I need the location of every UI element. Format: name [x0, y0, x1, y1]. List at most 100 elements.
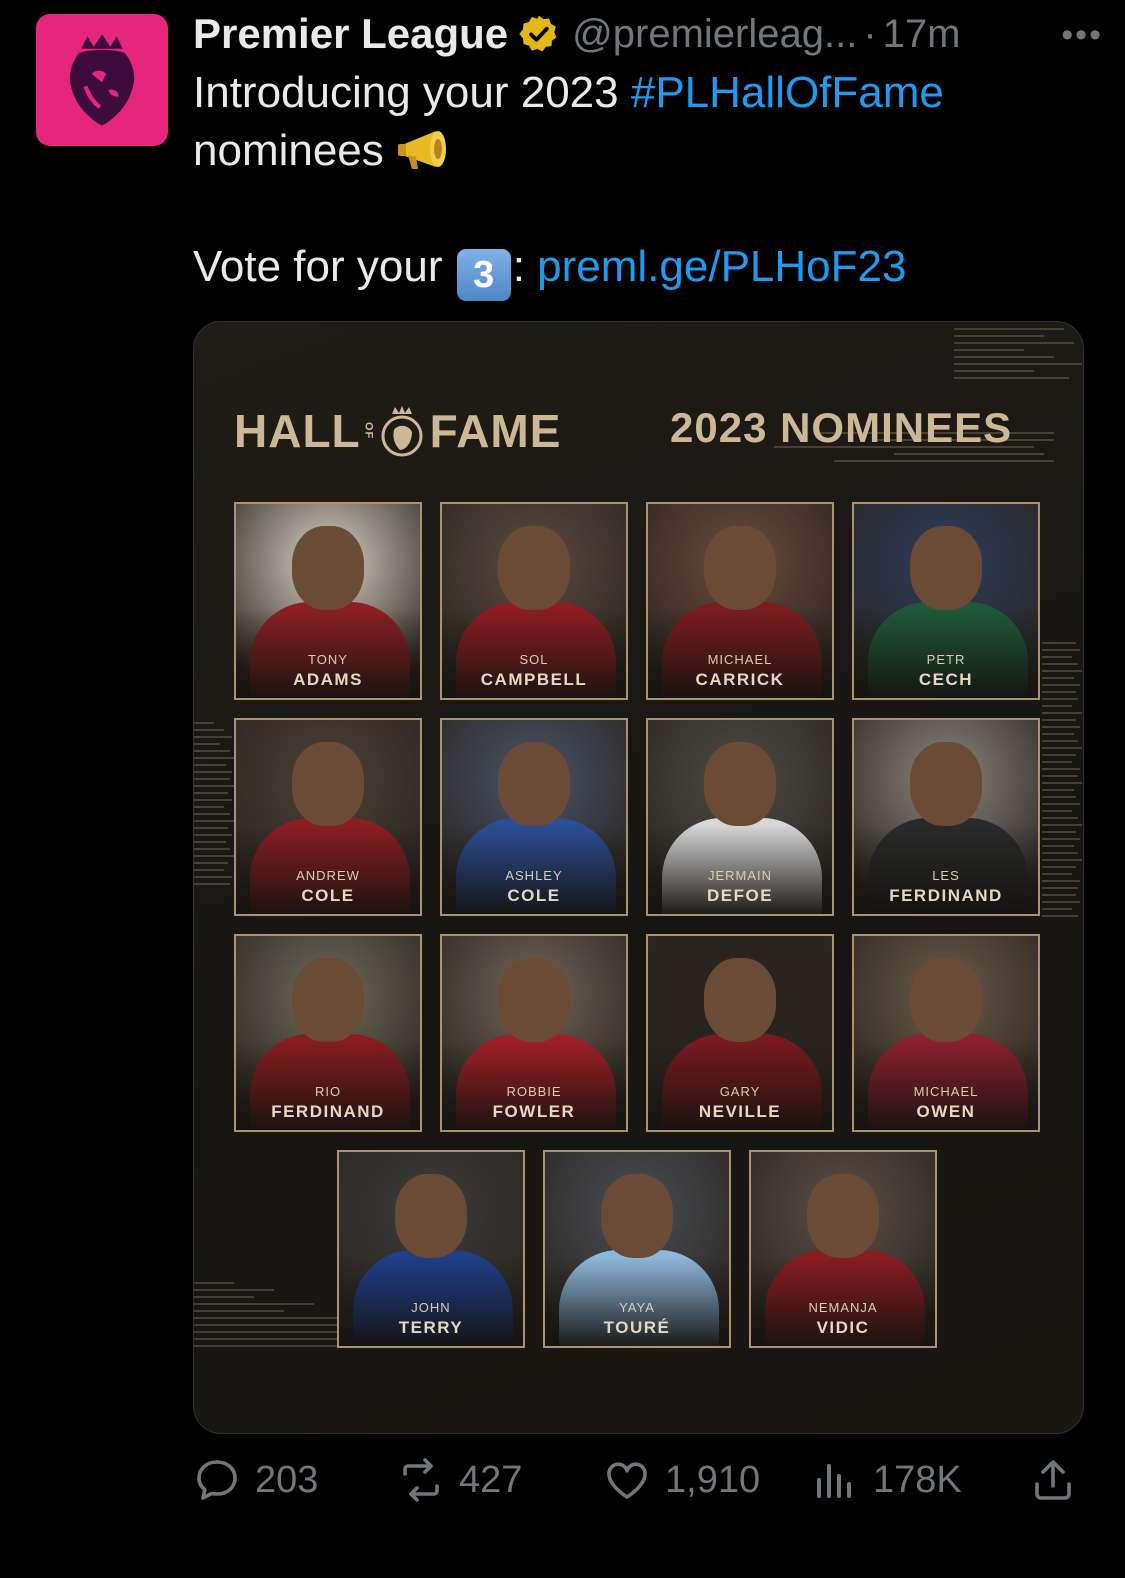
reply-icon: [197, 1460, 237, 1500]
vote-link[interactable]: preml.ge/PLHoF23: [537, 242, 906, 291]
reply-count: 203: [255, 1458, 319, 1501]
nominee-tile: JERMAIN DEFOE: [646, 718, 834, 916]
player-first-name: PETR: [926, 652, 966, 667]
lion-crest-icon: [381, 406, 423, 457]
player-first-name: LES: [932, 868, 960, 883]
tweet-line-vote: Vote for your 3: preml.ge/PLHoF23: [193, 238, 1093, 301]
nominee-tile: ROBBIE FOWLER: [440, 934, 628, 1132]
nominee-tile: PETR CECH: [852, 502, 1040, 700]
nominees-text: nominees: [193, 126, 384, 175]
player-last-name: ADAMS: [293, 670, 363, 689]
share-icon: [1035, 1460, 1071, 1500]
player-first-name: NEMANJA: [808, 1300, 878, 1315]
player-head: [910, 742, 982, 826]
player-first-name: ROBBIE: [506, 1084, 562, 1099]
decor-stripes-left: [194, 722, 234, 890]
player-first-name: JOHN: [411, 1300, 451, 1315]
player-head: [292, 742, 364, 826]
hall-of-fame-title: HALL OF FAME: [234, 404, 561, 458]
intro-text: Introducing your 2023: [193, 68, 631, 117]
player-first-name: YAYA: [619, 1300, 655, 1315]
player-last-name: VIDIC: [816, 1318, 870, 1337]
views-icon: [817, 1464, 851, 1498]
tweet-header: Premier League @premierleag... · 17m •••: [193, 8, 1103, 60]
like-count: 1,910: [665, 1458, 761, 1501]
player-head: [395, 1174, 467, 1258]
player-last-name: COLE: [507, 886, 561, 905]
tweet-line-2: nominees: [193, 122, 1093, 180]
heart-icon: [607, 1462, 647, 1499]
media-card[interactable]: HALL OF FAME 2023 NOMINEES TONY ADAMS SOL C…: [193, 321, 1084, 1434]
player-first-name: MICHAEL: [913, 1084, 979, 1099]
player-head: [498, 742, 570, 826]
more-icon[interactable]: •••: [1061, 16, 1103, 55]
nominee-tile: RIO FERDINAND: [234, 934, 422, 1132]
tweet-text: Introducing your 2023 #PLHallOfFame nomi…: [193, 64, 1093, 301]
player-head: [704, 742, 776, 826]
player-head: [601, 1174, 673, 1258]
nominee-tile: ASHLEY COLE: [440, 718, 628, 916]
tweet-line-1: Introducing your 2023 #PLHallOfFame: [193, 64, 1093, 122]
player-last-name: CARRICK: [695, 670, 785, 689]
nominee-tile: GARY NEVILLE: [646, 934, 834, 1132]
reply-button[interactable]: 203: [193, 1456, 318, 1504]
nominee-tile: ANDREW COLE: [234, 718, 422, 916]
action-bar: 203 427 1,910 178K: [193, 1456, 1083, 1516]
nominee-tile: SOL CAMPBELL: [440, 502, 628, 700]
separator-dot: ·: [863, 11, 877, 56]
player-last-name: FOWLER: [492, 1102, 576, 1121]
gold-verified-badge-icon[interactable]: [518, 13, 560, 55]
player-head: [292, 526, 364, 610]
player-last-name: OWEN: [916, 1102, 976, 1121]
player-last-name: CAMPBELL: [480, 670, 588, 689]
views-button[interactable]: 178K: [811, 1456, 962, 1504]
player-head: [498, 526, 570, 610]
player-last-name: TERRY: [398, 1318, 464, 1337]
player-last-name: FERDINAND: [271, 1102, 385, 1121]
player-last-name: TOURÉ: [603, 1318, 671, 1337]
hall-word: HALL: [234, 405, 361, 457]
nominee-tile: JOHN TERRY: [337, 1150, 525, 1348]
player-last-name: NEVILLE: [698, 1102, 782, 1121]
nominee-tile: LES FERDINAND: [852, 718, 1040, 916]
player-last-name: FERDINAND: [889, 886, 1003, 905]
player-head: [498, 958, 570, 1042]
timestamp[interactable]: 17m: [883, 12, 961, 57]
player-first-name: MICHAEL: [707, 652, 773, 667]
views-count: 178K: [873, 1458, 962, 1501]
player-first-name: ASHLEY: [505, 868, 563, 883]
player-head: [910, 526, 982, 610]
player-first-name: JERMAIN: [707, 868, 773, 883]
handle[interactable]: @premierleag...: [572, 12, 857, 57]
player-head: [704, 526, 776, 610]
player-first-name: TONY: [308, 652, 348, 667]
decor-stripes-right: [1042, 642, 1082, 922]
keycap-three-emoji: 3: [456, 249, 511, 301]
nominees-title: 2023 NOMINEES: [670, 404, 1013, 451]
repost-count: 427: [459, 1458, 523, 1501]
nominee-tile: TONY ADAMS: [234, 502, 422, 700]
nominee-tile: MICHAEL CARRICK: [646, 502, 834, 700]
nominee-tile: MICHAEL OWEN: [852, 934, 1040, 1132]
player-head: [704, 958, 776, 1042]
vote-text: Vote for your: [193, 242, 455, 291]
player-first-name: ANDREW: [296, 868, 360, 883]
share-button[interactable]: [1029, 1456, 1091, 1504]
player-last-name: COLE: [301, 886, 355, 905]
fame-word: FAME: [429, 405, 562, 457]
like-button[interactable]: 1,910: [603, 1456, 760, 1504]
player-first-name: SOL: [519, 652, 549, 667]
nominee-tile: YAYA TOURÉ: [543, 1150, 731, 1348]
player-first-name: RIO: [314, 1084, 342, 1099]
player-head: [292, 958, 364, 1042]
player-first-name: GARY: [719, 1084, 761, 1099]
repost-icon: [403, 1458, 439, 1502]
megaphone-emoji-icon: [398, 131, 447, 169]
nominee-tile: NEMANJA VIDIC: [749, 1150, 937, 1348]
hashtag-link[interactable]: #PLHallOfFame: [631, 68, 944, 117]
repost-button[interactable]: 427: [397, 1456, 522, 1504]
display-name[interactable]: Premier League: [193, 10, 508, 58]
player-head: [807, 1174, 879, 1258]
avatar[interactable]: [36, 14, 168, 146]
of-word: OF: [362, 422, 375, 440]
